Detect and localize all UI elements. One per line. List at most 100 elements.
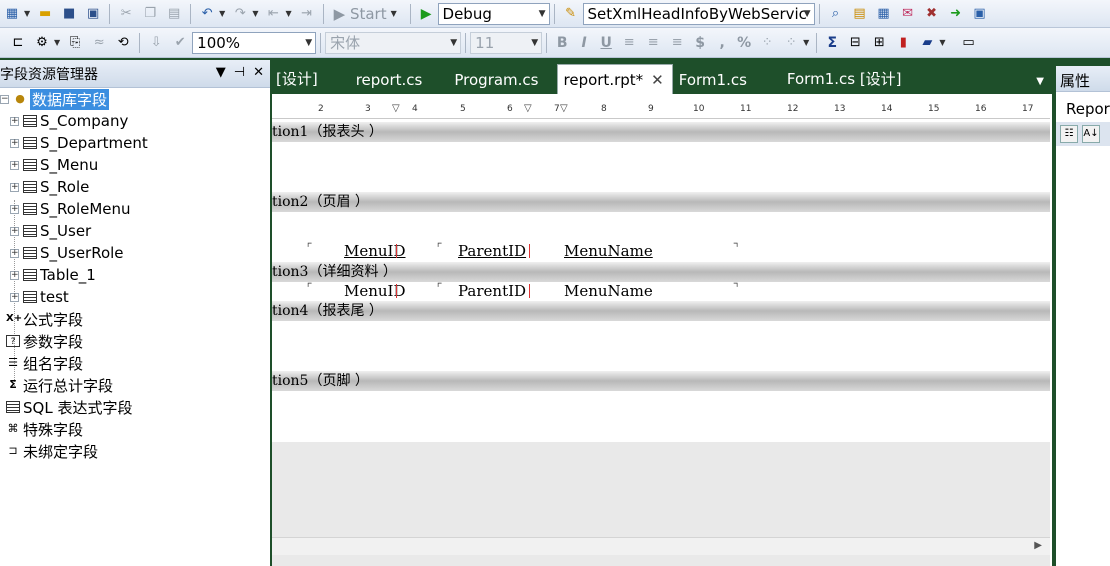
expand-icon[interactable]: + (10, 226, 19, 236)
tree-node-table[interactable]: + S_UserRole (0, 242, 270, 264)
alphabetical-sort-icon[interactable]: A↓ (1082, 125, 1100, 143)
tree-node-table[interactable]: + S_RoleMenu (0, 198, 270, 220)
detail-field-parentid[interactable]: ParentID (458, 282, 526, 300)
insert-crosstab-icon[interactable]: ⊞ (869, 33, 889, 53)
export-icon[interactable]: ⇩ (146, 33, 166, 53)
close-icon[interactable]: ✕ (253, 65, 264, 80)
tab-program-cs[interactable]: Program.cs (440, 66, 556, 94)
header-field-parentid[interactable]: ParentID (458, 242, 526, 260)
solution-explorer-icon[interactable]: ▤ (850, 4, 870, 24)
tab-design[interactable]: [设计] (272, 66, 336, 94)
tree-node-formula-fields[interactable]: X+ 公式字段 (0, 308, 270, 330)
collapse-icon[interactable]: − (0, 94, 9, 104)
expand-icon[interactable]: + (10, 270, 19, 280)
scroll-right-icon[interactable]: ▶ (1034, 540, 1042, 551)
tree-node-database-fields[interactable]: − ● 数据库字段 (0, 88, 270, 110)
run-icon[interactable]: ▶ (421, 6, 432, 22)
properties-object-selector[interactable]: Repor (1056, 92, 1110, 122)
window-position-icon[interactable]: ▼ (216, 65, 226, 80)
expand-icon[interactable]: + (10, 248, 19, 258)
expand-icon[interactable]: + (10, 292, 19, 302)
tree-node-table[interactable]: + S_Department (0, 132, 270, 154)
section-band-details[interactable]: tion3（详细资料 ） (272, 262, 1050, 282)
tree-node-table[interactable]: + S_Menu (0, 154, 270, 176)
align-right-icon[interactable]: ≡ (667, 33, 687, 53)
italic-button[interactable]: I (573, 35, 595, 51)
redo-icon[interactable]: ↷ (230, 4, 250, 24)
navigate-forward-icon[interactable]: ⇥ (297, 4, 317, 24)
bold-button[interactable]: B (551, 35, 573, 51)
object-browser-icon[interactable]: ✉ (898, 4, 918, 24)
expand-icon[interactable]: + (10, 204, 19, 214)
find-icon[interactable]: ⌕ (826, 4, 846, 24)
guide-marker-icon[interactable]: ▽ (392, 103, 400, 114)
thousands-button[interactable]: , (711, 35, 733, 51)
tab-form1-design[interactable]: Form1.cs [设计] (765, 66, 920, 94)
tree-node-parameter-fields[interactable]: ? 参数字段 (0, 330, 270, 352)
section-band-report-header[interactable]: tion1（报表头 ） (272, 122, 1050, 142)
align-center-icon[interactable]: ≡ (643, 33, 663, 53)
tree-node-table[interactable]: + Table_1 (0, 264, 270, 286)
pin-icon[interactable]: ⊣ (234, 65, 245, 80)
command-window-icon[interactable]: ▣ (970, 4, 990, 24)
insert-chart-icon[interactable]: ⚙ (32, 33, 52, 53)
save-all-icon[interactable]: ▣ (83, 4, 103, 24)
insert-group-icon[interactable]: ⊟ (845, 33, 865, 53)
insert-image-icon[interactable]: ⎘ (65, 33, 85, 53)
insert-map-icon[interactable]: ▰ (917, 33, 937, 53)
db-expert-icon[interactable]: ▭ (958, 33, 978, 53)
refresh-report-icon[interactable]: ⟲ (113, 33, 133, 53)
toolbox-icon[interactable]: ✖ (922, 4, 942, 24)
tab-report-rpt[interactable]: report.rpt* ✕ (556, 64, 673, 94)
start-page-icon[interactable]: ➜ (946, 4, 966, 24)
section-band-page-header[interactable]: tion2（页眉 ） (272, 192, 1050, 212)
categorized-icon[interactable]: ☷ (1060, 125, 1078, 143)
percent-button[interactable]: % (733, 35, 755, 51)
find-combo[interactable]: SetXmlHeadInfoByWebServic ▼ (582, 2, 815, 25)
paste-icon[interactable]: ▤ (164, 4, 184, 24)
cut-icon[interactable]: ✂ (116, 4, 136, 24)
header-field-menuname[interactable]: MenuName (564, 242, 653, 260)
undo-icon[interactable]: ↶ (197, 4, 217, 24)
insert-line-icon[interactable]: ≈ (89, 33, 109, 53)
close-tab-icon[interactable]: ✕ (651, 71, 664, 89)
new-item-icon[interactable]: ▦ (2, 4, 22, 24)
insert-chart-bar-icon[interactable]: ▮ (893, 33, 913, 53)
tree-node-unbound-fields[interactable]: ⊐ 未绑定字段 (0, 440, 270, 462)
expand-icon[interactable]: + (10, 160, 19, 170)
increase-decimal-icon[interactable]: ⁘ (757, 33, 777, 53)
tree-node-table[interactable]: + S_Company (0, 110, 270, 132)
decrease-decimal-icon[interactable]: ⁘ (781, 33, 801, 53)
detail-field-menuname[interactable]: MenuName (564, 282, 653, 300)
navigate-back-icon[interactable]: ⇤ (263, 4, 283, 24)
guide-marker-icon[interactable]: ▽ (524, 103, 532, 114)
align-left-icon[interactable]: ≡ (619, 33, 639, 53)
section-band-page-footer[interactable]: tion5（页脚 ） (272, 371, 1050, 391)
tree-node-sql-expression-fields[interactable]: SQL 表达式字段 (0, 396, 270, 418)
guide-marker-icon[interactable]: ▽ (560, 103, 568, 114)
insert-box-icon[interactable]: ⊏ (8, 33, 28, 53)
zoom-select[interactable]: 100% ▼ (192, 31, 317, 54)
horizontal-scrollbar[interactable]: ▶ (272, 537, 1050, 555)
font-size-select[interactable]: 11 ▼ (470, 31, 543, 54)
copy-icon[interactable]: ❐ (140, 4, 160, 24)
section-band-report-footer[interactable]: tion4（报表尾 ） (272, 301, 1050, 321)
insert-summary-button[interactable]: Σ (821, 35, 843, 51)
start-button[interactable]: ▶ Start ▼ (334, 5, 400, 23)
open-folder-icon[interactable]: ▬ (35, 4, 55, 24)
tree-node-table[interactable]: + S_User (0, 220, 270, 242)
tree-node-running-total-fields[interactable]: Σ 运行总计字段 (0, 374, 270, 396)
save-icon[interactable]: ■ (59, 4, 79, 24)
tree-node-group-fields[interactable]: ☰ 组名字段 (0, 352, 270, 374)
font-select[interactable]: 宋体 ▼ (325, 31, 462, 54)
tree-node-special-fields[interactable]: ⌘ 特殊字段 (0, 418, 270, 440)
tree-node-table[interactable]: + S_Role (0, 176, 270, 198)
solution-config-select[interactable]: Debug ▼ (437, 2, 550, 25)
underline-button[interactable]: U (595, 35, 617, 51)
tab-report-cs[interactable]: report.cs (336, 66, 441, 94)
expand-icon[interactable]: + (10, 116, 19, 126)
check-icon[interactable]: ✔ (170, 33, 190, 53)
tab-form1-cs[interactable]: Form1.cs (673, 66, 765, 94)
tab-list-dropdown-icon[interactable]: ▼ (1036, 76, 1044, 87)
find-in-files-icon[interactable]: ✎ (561, 4, 581, 24)
